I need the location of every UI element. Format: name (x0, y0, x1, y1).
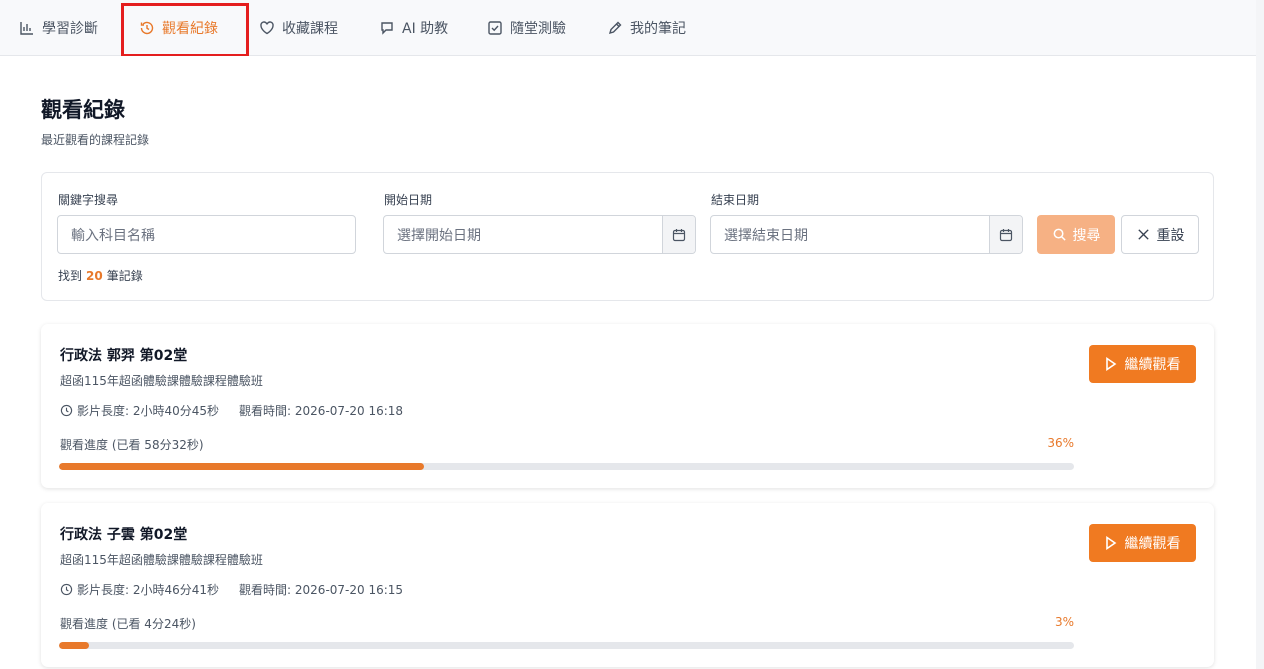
continue-watching-label: 繼續觀看 (1124, 536, 1181, 552)
record-class-name: 超函115年超函體驗課體驗課程體驗班 (60, 553, 263, 567)
progress-bar (59, 642, 1074, 649)
tab-my-notes[interactable]: 我的筆記 (607, 0, 686, 56)
heart-icon (260, 21, 274, 35)
end-date-placeholder: 選擇結束日期 (724, 227, 808, 244)
result-count-suffix: 筆記錄 (106, 269, 143, 283)
tab-learning-diagnosis[interactable]: 學習診斷 (19, 0, 98, 56)
progress-label: 觀看進度 (已看 58分32秒) (60, 438, 204, 452)
play-icon (1105, 357, 1116, 371)
chat-bubble-icon (381, 22, 393, 35)
continue-watching-label: 繼續觀看 (1124, 357, 1181, 373)
main-content: 觀看紀錄 最近觀看的課程記錄 關鍵字搜尋 輸入科目名稱 開始日期 選擇開始日期 … (0, 56, 1256, 669)
record-watched-time: 觀看時間: 2026-07-20 16:18 (239, 404, 404, 418)
start-date-label: 開始日期 (384, 193, 433, 207)
tab-label: 學習診斷 (42, 21, 98, 37)
tab-quiz[interactable]: 隨堂測驗 (487, 0, 566, 56)
record-watched-time: 觀看時間: 2026-07-20 16:15 (239, 583, 404, 597)
close-icon (1137, 229, 1149, 240)
play-icon (1105, 536, 1116, 550)
tab-bar: 學習診斷 觀看紀錄 收藏課程 AI 助教 隨堂測驗 我的筆記 (0, 0, 1256, 56)
record-card: 行政法 郭羿 第02堂 超函115年超函體驗課體驗課程體驗班 影片長度: 2小時… (41, 324, 1214, 488)
tab-watch-history[interactable]: 觀看紀錄 (139, 0, 218, 56)
tab-label: 我的筆記 (630, 21, 686, 37)
calendar-icon[interactable] (662, 216, 695, 253)
record-duration: 影片長度: 2小時40分45秒 (77, 404, 220, 418)
continue-watching-button[interactable]: 繼續觀看 (1089, 524, 1196, 562)
search-icon (1053, 228, 1066, 241)
progress-label: 觀看進度 (已看 4分24秒) (60, 617, 196, 631)
progress-bar (59, 463, 1074, 470)
record-title: 行政法 郭羿 第02堂 (60, 348, 188, 364)
clock-icon (60, 404, 73, 417)
progress-fill (59, 463, 425, 470)
record-meta: 影片長度: 2小時40分45秒 觀看時間: 2026-07-20 16:18 (60, 402, 403, 419)
continue-watching-button[interactable]: 繼續觀看 (1089, 345, 1196, 383)
search-button-label: 搜尋 (1072, 227, 1101, 244)
record-class-name: 超函115年超函體驗課體驗課程體驗班 (60, 374, 263, 388)
progress-percent: 3% (1054, 615, 1074, 629)
record-duration: 影片長度: 2小時46分41秒 (77, 583, 220, 597)
start-date-input[interactable]: 選擇開始日期 (383, 215, 696, 254)
result-count-number: 20 (86, 269, 103, 283)
reset-button[interactable]: 重設 (1121, 215, 1199, 254)
clock-icon (60, 583, 73, 596)
bar-chart-icon (20, 22, 33, 35)
pencil-icon (608, 21, 622, 35)
history-icon (140, 21, 154, 35)
keyword-label: 關鍵字搜尋 (58, 193, 119, 207)
keyword-search-input[interactable]: 輸入科目名稱 (57, 215, 356, 254)
calendar-icon[interactable] (989, 216, 1022, 253)
tab-label: AI 助教 (402, 21, 449, 37)
page-subtitle: 最近觀看的課程記錄 (41, 133, 150, 147)
filter-panel: 關鍵字搜尋 輸入科目名稱 開始日期 選擇開始日期 結束日期 選擇結束日期 搜尋 … (41, 172, 1214, 301)
end-date-input[interactable]: 選擇結束日期 (710, 215, 1023, 254)
tab-ai-assistant[interactable]: AI 助教 (379, 0, 448, 56)
search-button[interactable]: 搜尋 (1037, 215, 1115, 254)
record-card: 行政法 子雲 第02堂 超函115年超函體驗課體驗課程體驗班 影片長度: 2小時… (41, 503, 1214, 667)
end-date-label: 結束日期 (711, 193, 760, 207)
reset-button-label: 重設 (1156, 227, 1185, 244)
checkbox-icon (488, 21, 502, 35)
page-title: 觀看紀錄 (41, 98, 125, 122)
progress-fill (59, 642, 90, 649)
tab-favorite-courses[interactable]: 收藏課程 (259, 0, 338, 56)
record-title: 行政法 子雲 第02堂 (60, 527, 188, 543)
result-count-prefix: 找到 (58, 269, 83, 283)
tab-label: 隨堂測驗 (510, 21, 566, 37)
tab-label: 收藏課程 (282, 21, 338, 37)
keyword-placeholder: 輸入科目名稱 (71, 227, 155, 244)
start-date-placeholder: 選擇開始日期 (397, 227, 481, 244)
record-meta: 影片長度: 2小時46分41秒 觀看時間: 2026-07-20 16:15 (60, 581, 403, 598)
progress-percent: 36% (1047, 436, 1074, 450)
result-count: 找到 20 筆記錄 (58, 267, 143, 284)
tab-label: 觀看紀錄 (162, 21, 218, 37)
